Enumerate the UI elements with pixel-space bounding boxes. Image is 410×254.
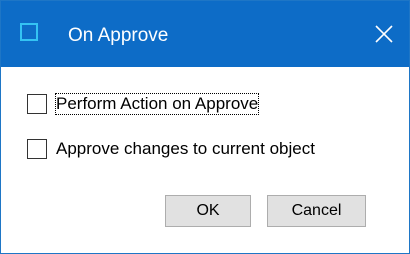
approve-changes-label[interactable]: Approve changes to current object <box>56 139 315 159</box>
close-icon <box>374 24 394 44</box>
perform-action-label[interactable]: Perform Action on Approve <box>54 93 260 115</box>
dialog-window: On Approve Perform Action on Approve App… <box>0 0 410 254</box>
close-button[interactable] <box>367 17 401 51</box>
window-app-icon <box>20 23 38 41</box>
ok-button[interactable]: OK <box>165 195 251 227</box>
cancel-button[interactable]: Cancel <box>267 195 366 227</box>
perform-action-option[interactable]: Perform Action on Approve <box>27 92 260 116</box>
window-title: On Approve <box>68 25 169 46</box>
approve-changes-checkbox[interactable] <box>27 139 47 159</box>
title-bar[interactable]: On Approve <box>1 1 409 67</box>
perform-action-checkbox[interactable] <box>27 94 47 114</box>
dialog-content: Perform Action on Approve Approve change… <box>1 67 409 253</box>
approve-changes-option[interactable]: Approve changes to current object <box>27 137 315 161</box>
